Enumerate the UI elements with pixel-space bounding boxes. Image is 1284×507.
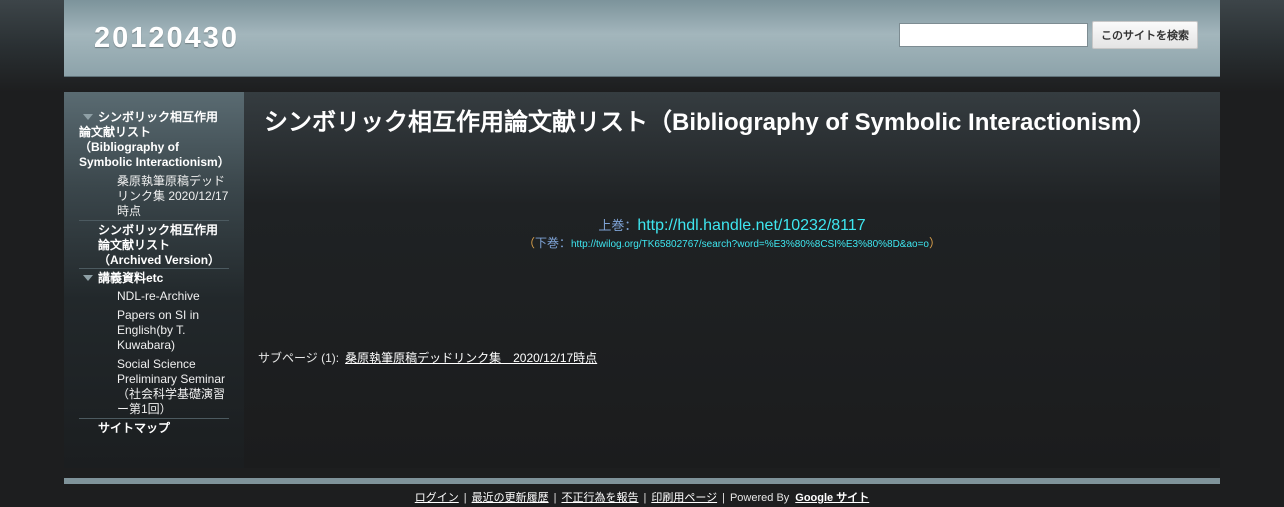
report-abuse-link[interactable]: 不正行為を報告 [561, 492, 638, 504]
subpage-link[interactable]: 桑原執筆原稿デッドリンク集 2020/12/17時点 [345, 351, 597, 365]
recent-activity-link[interactable]: 最近の更新履歴 [472, 492, 549, 504]
volume-2-line: （下巻：http://twilog.org/TK65802767/search?… [244, 234, 1220, 251]
volume-1-label: 上巻： [598, 218, 638, 233]
sidebar-item-label: シンボリック相互作用論文献リスト（Archived Version） [98, 223, 221, 267]
sidebar-item-papers-on-si[interactable]: Papers on SI in English(by T. Kuwabara) [79, 308, 229, 354]
content-area: シンボリック相互作用論文献リスト（Bibliography of Symboli… [64, 92, 1220, 468]
footer-separator: | [463, 492, 467, 504]
sidebar-item-lecture-materials[interactable]: 講義資料etc [79, 268, 229, 286]
paren-open: （ [522, 236, 535, 250]
search-input[interactable] [899, 23, 1088, 47]
powered-by-text: Powered By [729, 492, 790, 504]
collapse-triangle-icon[interactable] [83, 114, 93, 121]
print-page-link[interactable]: 印刷用ページ [651, 492, 717, 504]
subpages: サブページ (1): 桑原執筆原稿デッドリンク集 2020/12/17時点 [258, 349, 597, 366]
volume-2-link[interactable]: http://twilog.org/TK65802767/search?word… [571, 239, 929, 250]
sidebar-item-archived-version[interactable]: シンボリック相互作用論文献リスト（Archived Version） [79, 220, 229, 268]
sidebar-item-label: NDL-re-Archive [117, 289, 200, 303]
site-title[interactable]: 20120430 [94, 22, 239, 55]
sidebar-item-label: サイトマップ [98, 421, 171, 435]
login-link[interactable]: ログイン [415, 492, 459, 504]
page-title: シンボリック相互作用論文献リスト（Bibliography of Symboli… [264, 109, 1157, 136]
volume-2-label: 下巻： [534, 236, 571, 250]
google-sites-link[interactable]: Google サイト [795, 492, 869, 504]
sidebar-item-label: 講義資料etc [98, 271, 164, 285]
main-content: シンボリック相互作用論文献リスト（Bibliography of Symboli… [244, 92, 1220, 468]
footer-separator: | [553, 492, 557, 504]
volume-1-line: 上巻：http://hdl.handle.net/10232/8117 [244, 215, 1220, 235]
site-header: 20120430 このサイトを検索 [64, 0, 1220, 77]
sidebar-item-bibliography[interactable]: シンボリック相互作用論文献リスト（Bibliography of Symboli… [79, 110, 230, 170]
sidebar-item-label: シンボリック相互作用論文献リスト（Bibliography of Symboli… [79, 110, 230, 169]
sidebar-item-label: 桑原執筆原稿デッドリンク集 2020/12/17時点 [117, 174, 229, 218]
sidebar-item-sitemap[interactable]: サイトマップ [79, 418, 229, 436]
search-button[interactable]: このサイトを検索 [1092, 21, 1198, 49]
sidebar: シンボリック相互作用論文献リスト（Bibliography of Symboli… [64, 92, 244, 468]
sidebar-item-ndl-re-archive[interactable]: NDL-re-Archive [79, 289, 229, 305]
collapse-triangle-icon[interactable] [83, 275, 93, 282]
footer-separator: | [722, 492, 725, 504]
sidebar-item-dead-links[interactable]: 桑原執筆原稿デッドリンク集 2020/12/17時点 [79, 174, 229, 220]
sidebar-item-social-science-seminar[interactable]: Social Science Preliminary Seminar（社会科学基… [79, 357, 229, 418]
sidebar-item-label: Papers on SI in English(by T. Kuwabara) [117, 308, 200, 352]
paren-close: ） [929, 236, 942, 250]
sidebar-item-label: Social Science Preliminary Seminar（社会科学基… [117, 357, 226, 416]
sidebar-nav: シンボリック相互作用論文献リスト（Bibliography of Symboli… [79, 110, 230, 436]
footer-divider [64, 478, 1220, 484]
footer-separator: | [643, 492, 647, 504]
footer: ログイン | 最近の更新履歴 | 不正行為を報告 | 印刷用ページ | Powered By Go… [64, 489, 1220, 505]
volume-1-link[interactable]: http://hdl.handle.net/10232/8117 [637, 217, 865, 234]
subpages-label: サブページ (1): [258, 351, 340, 365]
